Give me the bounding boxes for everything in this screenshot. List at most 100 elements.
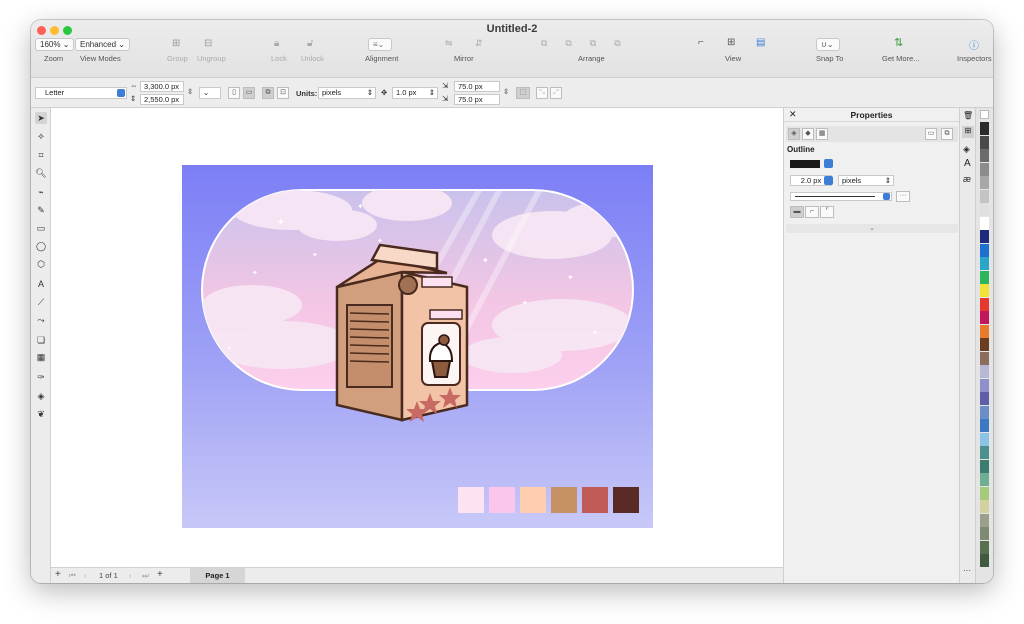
freehand-tool-icon[interactable]: ⌁	[35, 186, 47, 198]
group-icon[interactable]: ⊞	[172, 38, 180, 49]
landscape-button[interactable]: ▭	[243, 87, 255, 99]
palette-color-swatch[interactable]	[980, 338, 989, 351]
palette-color-swatch[interactable]	[980, 324, 989, 338]
palette-color-swatch[interactable]	[980, 446, 989, 459]
palette-color-swatch[interactable]	[980, 554, 989, 567]
properties-inspector-icon[interactable]: ⊞	[962, 126, 974, 138]
ellipse-tool-icon[interactable]: ◯	[35, 240, 47, 252]
artboard[interactable]: ✦ ✦ ✦ ✦ ✦ ✦ ✦ ✦ ✦ ✦	[182, 165, 653, 528]
alignment-button[interactable]: ≡⌄	[368, 38, 392, 51]
zoom-select[interactable]: 160% ⌄	[35, 38, 75, 51]
drawing-canvas[interactable]: ✦ ✦ ✦ ✦ ✦ ✦ ✦ ✦ ✦ ✦	[51, 108, 783, 567]
view-grid-icon[interactable]: ⊞	[727, 37, 735, 48]
portrait-button[interactable]: ▯	[228, 87, 240, 99]
zoom-tool-icon[interactable]: 🔍︎	[35, 167, 47, 179]
page-size-select[interactable]: Letter	[35, 87, 127, 99]
palette-color-swatch[interactable]	[980, 230, 989, 243]
palette-color-swatch[interactable]	[980, 500, 989, 513]
layers-icon[interactable]: ◈	[963, 144, 970, 155]
line-style-select[interactable]	[790, 192, 892, 201]
duplicate-y-field[interactable]: 75.0 px	[454, 94, 500, 105]
line-cap-butt-icon[interactable]: ▬	[790, 206, 804, 218]
transparency-tab-icon[interactable]: ▦	[816, 128, 828, 140]
palette-color-swatch[interactable]	[980, 270, 989, 284]
palette-color-swatch[interactable]	[980, 149, 989, 162]
palette-color-swatch[interactable]	[980, 473, 989, 486]
treat-as-filled-button[interactable]: ⬚	[516, 87, 530, 99]
no-color-swatch[interactable]	[980, 110, 989, 119]
artboard-color-swatch[interactable]	[582, 487, 608, 513]
outline-color-dropdown[interactable]	[824, 159, 833, 168]
stepper-icon[interactable]: ⇳	[187, 87, 193, 96]
palette-color-swatch[interactable]	[980, 432, 989, 446]
pick-tool-icon[interactable]: ➤	[35, 112, 47, 124]
expand-section-button[interactable]: ⌄	[786, 224, 958, 233]
palette-color-swatch[interactable]	[980, 189, 989, 203]
palette-color-swatch[interactable]	[980, 459, 989, 473]
next-page-icon[interactable]: ›	[129, 571, 132, 580]
panel-options-icon[interactable]: ▭	[925, 128, 937, 140]
palette-color-swatch[interactable]	[980, 392, 989, 405]
info-icon[interactable]: ⓘ	[969, 37, 979, 52]
mirror-vertical-icon[interactable]: ⇵	[475, 38, 483, 49]
shape-tool-icon[interactable]: ⟡	[35, 130, 47, 142]
view-mode-select[interactable]: Enhanced ⌄	[75, 38, 130, 51]
parallel-dimension-icon[interactable]: ⟋	[35, 296, 47, 308]
mirror-horizontal-icon[interactable]: ⇋	[445, 38, 453, 49]
palette-color-swatch[interactable]	[980, 216, 989, 230]
outline-color-swatch[interactable]	[790, 160, 820, 168]
get-more-icon[interactable]: ⇅	[894, 36, 903, 49]
previous-page-icon[interactable]: ‹	[84, 571, 87, 580]
palette-color-swatch[interactable]	[980, 284, 989, 297]
ungroup-icon[interactable]: ⊟	[204, 38, 212, 49]
rectangle-tool-icon[interactable]: ▭	[35, 222, 47, 234]
drawing-scale-button[interactable]: ⌄	[199, 87, 221, 99]
transparency-tool-icon[interactable]: ▦	[35, 351, 47, 363]
first-page-icon[interactable]: ⏮	[69, 571, 76, 581]
palette-color-swatch[interactable]	[980, 419, 989, 432]
trash-icon[interactable]: 🗑︎	[963, 111, 973, 120]
palette-color-swatch[interactable]	[980, 486, 989, 500]
view-rulers-icon[interactable]: ⌐	[698, 37, 704, 48]
line-join-icon[interactable]: ⌐	[805, 206, 819, 218]
fill-tab-icon[interactable]: ◆	[802, 128, 814, 140]
page-width-field[interactable]: 3,300.0 px	[140, 81, 184, 92]
palette-color-swatch[interactable]	[980, 311, 989, 324]
unlock-icon[interactable]: 🔓︎	[307, 38, 313, 49]
palette-color-swatch[interactable]	[980, 135, 989, 149]
palette-color-swatch[interactable]	[980, 365, 989, 378]
outline-tab-icon[interactable]: ◈	[788, 128, 800, 140]
palette-color-swatch[interactable]	[980, 527, 989, 540]
artboard-color-swatch[interactable]	[458, 487, 484, 513]
outline-units-select[interactable]: pixels ⇕	[838, 175, 894, 186]
all-pages-button[interactable]: ⧉	[262, 87, 274, 99]
text-tool-icon[interactable]: A	[35, 278, 47, 290]
palette-color-swatch[interactable]	[980, 122, 989, 135]
palette-color-swatch[interactable]	[980, 378, 989, 392]
connector-tool-icon[interactable]: ⤳	[35, 314, 47, 326]
panel-expand-icon[interactable]: ⧉	[941, 128, 953, 140]
lock-icon[interactable]: 🔒︎	[274, 38, 279, 49]
artboard-color-swatch[interactable]	[551, 487, 577, 513]
duplicate-x-field[interactable]: 75.0 px	[454, 81, 500, 92]
stepper-icon[interactable]: ⇳	[503, 87, 509, 96]
arrange-icons[interactable]: ⧉⧉⧉⧉	[541, 38, 639, 49]
glyph-icon[interactable]: æ	[963, 174, 971, 184]
smart-fill-icon[interactable]: ❦	[35, 408, 47, 420]
drop-shadow-icon[interactable]: ❏	[35, 334, 47, 346]
line-corner-icon[interactable]: ⌜	[820, 206, 834, 218]
palette-color-swatch[interactable]	[980, 297, 989, 311]
add-page-before-button[interactable]: +	[55, 569, 61, 580]
view-guides-icon[interactable]: ▤	[756, 37, 765, 48]
nudge-distance-field[interactable]: 1.0 px ⇕	[392, 87, 438, 99]
palette-color-swatch[interactable]	[980, 513, 989, 527]
tab-page-1[interactable]: Page 1	[190, 568, 245, 583]
units-select[interactable]: pixels ⇕	[318, 87, 376, 99]
more-options-button[interactable]: ···	[896, 191, 910, 202]
snap-to-button[interactable]: ∪⌄	[816, 38, 840, 51]
palette-color-swatch[interactable]	[980, 243, 989, 257]
add-page-after-button[interactable]: +	[157, 569, 163, 580]
palette-color-swatch[interactable]	[980, 540, 989, 554]
palette-color-swatch[interactable]	[980, 176, 989, 189]
crop-tool-icon[interactable]: ⌗	[35, 149, 47, 161]
